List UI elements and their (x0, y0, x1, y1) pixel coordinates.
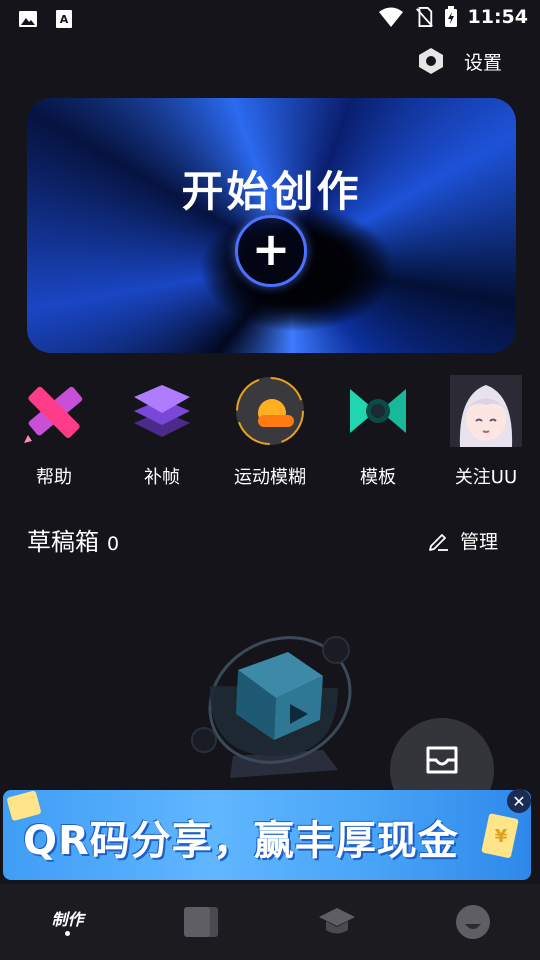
battery-charging-icon (444, 6, 457, 27)
nav-tab-create[interactable]: 制作 (0, 884, 135, 960)
settings-hex-icon (418, 48, 443, 74)
nav-tab-templates[interactable] (135, 884, 270, 960)
nav-label: 制作 (51, 910, 84, 929)
promo-banner[interactable]: ¥ QR码分享，赢丰厚现金 (3, 790, 531, 880)
profile-icon (456, 905, 490, 939)
hero-title: 开始创作 (181, 167, 362, 216)
drafts-header: 草稿箱 0 (27, 522, 119, 557)
nav-tab-learn[interactable] (270, 884, 405, 960)
shortcut-label: 关注UU (454, 467, 518, 488)
start-create-card[interactable]: 开始创作 + (27, 98, 516, 353)
template-icon (350, 389, 406, 433)
image-icon (19, 11, 37, 27)
ruler-pencil-icon (24, 386, 83, 443)
manage-label: 管理 (459, 531, 498, 553)
shortcut-label: 模板 (360, 467, 396, 488)
font-icon: A (56, 10, 72, 28)
edit-pencil-icon (429, 533, 448, 551)
shortcut-motion-blur[interactable]: 运动模糊 (220, 375, 320, 489)
shortcut-label: 运动模糊 (234, 467, 306, 488)
shortcut-interpolate[interactable]: 补帧 (112, 375, 212, 489)
anime-avatar-icon (450, 375, 522, 447)
manage-button[interactable]: 管理 (428, 527, 498, 554)
shortcut-follow-uu[interactable]: 关注UU (436, 375, 536, 489)
sun-icon (236, 377, 304, 445)
empty-drafts-illustration (191, 636, 352, 778)
wifi-icon (378, 7, 403, 27)
svg-text:A: A (60, 13, 69, 26)
inbox-icon (426, 746, 458, 774)
graduation-cap-icon (319, 908, 355, 934)
settings-button[interactable]: 设置 (416, 46, 502, 76)
nav-tab-profile[interactable] (405, 884, 540, 960)
banner-text: QR码分享，赢丰厚现金 (23, 818, 459, 864)
settings-label: 设置 (463, 51, 502, 74)
shortcut-label: 帮助 (36, 467, 72, 488)
drafts-count: 0 (107, 533, 120, 555)
status-bar: A 11:54 (0, 0, 540, 36)
active-indicator (65, 931, 70, 936)
no-sim-icon (415, 7, 433, 27)
svg-text:¥: ¥ (495, 826, 508, 847)
template-card-icon (184, 907, 218, 937)
shortcut-template[interactable]: 模板 (328, 375, 428, 489)
shortcut-help[interactable]: 帮助 (4, 375, 104, 489)
close-icon[interactable]: ✕ (507, 789, 531, 813)
shortcut-row: 帮助 补帧 运动模糊 模板 关注UU (0, 375, 540, 488)
bottom-navigation: 制作 (0, 884, 540, 960)
shortcut-label: 补帧 (144, 467, 180, 488)
drafts-title: 草稿箱 (27, 528, 99, 556)
plus-icon[interactable]: + (235, 215, 307, 287)
status-time: 11:54 (467, 6, 528, 28)
layers-icon (134, 385, 190, 437)
